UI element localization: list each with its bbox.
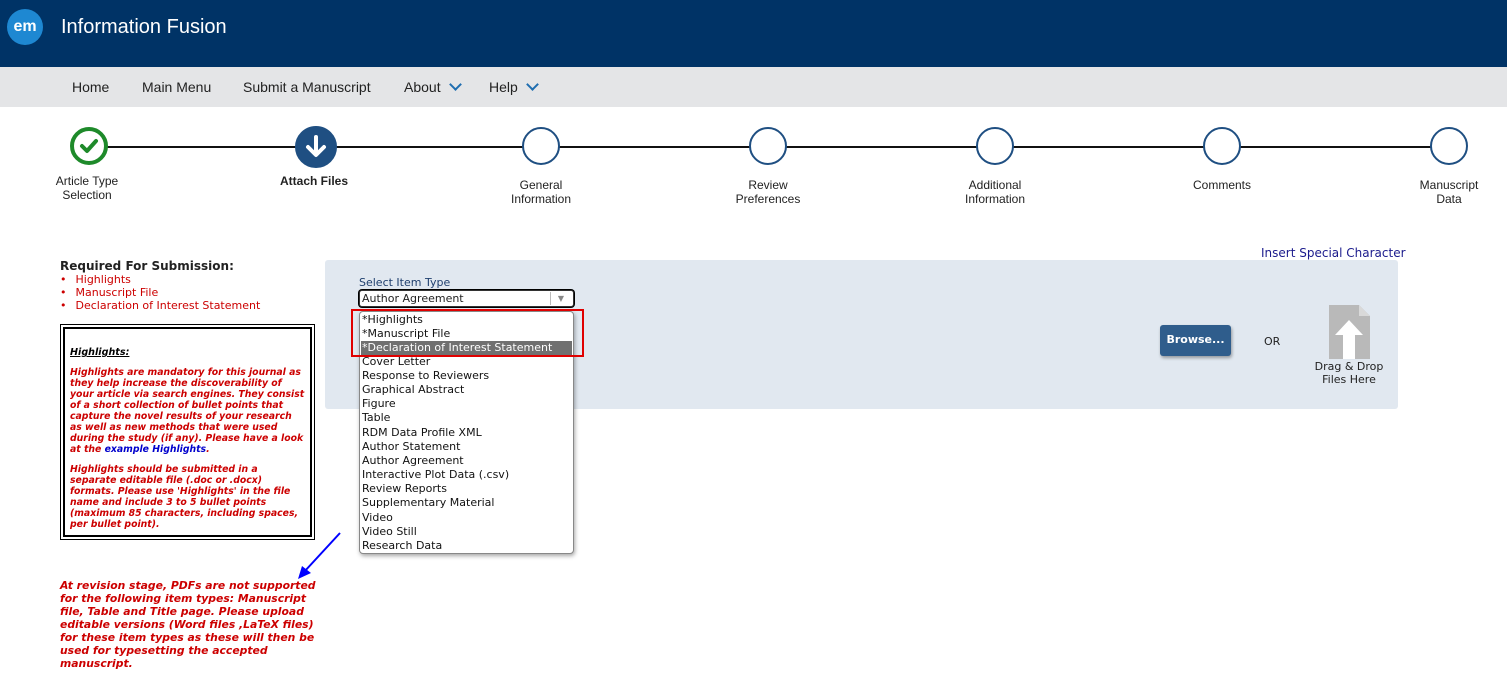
- annotation-arrow-icon: [298, 532, 341, 579]
- or-label: OR: [1264, 335, 1281, 348]
- step-label-general-info: General Information: [481, 178, 601, 206]
- step-label-line: Manuscript: [1419, 178, 1479, 192]
- dropdown-option[interactable]: Figure: [361, 397, 572, 411]
- top-header: em Information Fusion: [0, 0, 1507, 67]
- step-label-line: Preferences: [735, 192, 801, 206]
- step-comments-circle[interactable]: [1203, 127, 1241, 165]
- required-title: Required For Submission:: [60, 259, 234, 273]
- step-label-review-prefs: Review Preferences: [708, 178, 828, 206]
- browse-button[interactable]: Browse...: [1160, 325, 1231, 356]
- nav-submit-manuscript[interactable]: Submit a Manuscript: [243, 79, 371, 95]
- step-label-line: Data: [1436, 192, 1462, 206]
- insert-special-character-link[interactable]: Insert Special Character: [1261, 246, 1406, 260]
- item-type-select[interactable]: Author Agreement ▼: [359, 290, 574, 307]
- step-label-line: Comments: [1192, 178, 1251, 192]
- nav-home[interactable]: Home: [72, 79, 109, 95]
- revision-note: At revision stage, PDFs are not supporte…: [60, 579, 316, 670]
- step-label-manuscript-data: Manuscript Data: [1389, 178, 1507, 206]
- highlights-info-box: Highlights: Highlights are mandatory for…: [60, 324, 315, 540]
- dropdown-option[interactable]: Table: [361, 411, 572, 425]
- step-label-line: General: [519, 178, 563, 192]
- dropdown-option[interactable]: Interactive Plot Data (.csv): [361, 468, 572, 482]
- required-list: Highlights Manuscript File Declaration o…: [60, 273, 261, 312]
- dropdown-option[interactable]: Research Data: [361, 539, 572, 553]
- highlights-para-1: Highlights are mandatory for this journa…: [70, 367, 306, 455]
- step-article-type-circle[interactable]: [70, 127, 108, 165]
- highlights-info-inner: Highlights: Highlights are mandatory for…: [63, 327, 312, 537]
- select-item-type-label: Select Item Type: [359, 276, 451, 289]
- step-label-line: Attach Files: [279, 174, 348, 188]
- editorial-manager-logo[interactable]: em: [7, 9, 43, 45]
- step-label-line: Additional: [968, 178, 1022, 192]
- chevron-down-icon: [525, 78, 539, 91]
- dropdown-option[interactable]: RDM Data Profile XML: [361, 426, 572, 440]
- required-item: Highlights: [60, 273, 260, 286]
- required-item: Manuscript File: [60, 286, 260, 299]
- chevron-down-icon: [448, 78, 462, 91]
- step-general-info-circle[interactable]: [522, 127, 560, 165]
- dropdown-option[interactable]: Cover Letter: [361, 355, 572, 369]
- step-label-line: Review: [748, 178, 788, 192]
- example-highlights-link[interactable]: example Highlights: [105, 444, 207, 455]
- step-label-additional-info: Additional Information: [935, 178, 1055, 206]
- step-additional-info-circle[interactable]: [976, 127, 1014, 165]
- nav-main-menu[interactable]: Main Menu: [142, 79, 211, 95]
- step-attach-files-circle[interactable]: [295, 126, 337, 168]
- step-label-line: Selection: [62, 188, 112, 202]
- highlights-para-2: Highlights should be submitted in a sepa…: [70, 464, 299, 530]
- dropdown-option[interactable]: Author Statement: [361, 440, 572, 454]
- item-type-select-value: Author Agreement: [362, 292, 464, 305]
- highlights-para-1-end: .: [206, 444, 210, 455]
- dropdown-option[interactable]: Supplementary Material: [361, 496, 572, 510]
- app-title: Information Fusion: [61, 16, 227, 38]
- checkmark-icon: [80, 139, 98, 153]
- step-label-article-type: Article Type Selection: [27, 174, 147, 202]
- dropdown-option[interactable]: Video: [361, 511, 572, 525]
- step-label-line: Information: [964, 192, 1026, 206]
- highlights-heading: Highlights:: [70, 347, 130, 358]
- highlights-para-1-text: Highlights are mandatory for this journa…: [70, 367, 305, 455]
- dropdown-option[interactable]: Video Still: [361, 525, 572, 539]
- step-label-comments: Comments: [1162, 178, 1282, 192]
- nav-help[interactable]: Help: [489, 78, 539, 95]
- nav-about[interactable]: About: [404, 78, 462, 95]
- required-item: Declaration of Interest Statement: [60, 299, 261, 312]
- step-label-line: Article Type: [55, 174, 119, 188]
- nav-about-label: About: [404, 79, 441, 95]
- drag-drop-file-icon[interactable]: [1329, 305, 1370, 359]
- annotation-highlight-frame: [351, 309, 584, 357]
- nav-help-label: Help: [489, 79, 518, 95]
- step-label-attach-files: Attach Files: [254, 174, 374, 188]
- dropdown-arrow-icon[interactable]: ▼: [550, 292, 571, 305]
- dropdown-option[interactable]: Response to Reviewers: [361, 369, 572, 383]
- step-review-prefs-circle[interactable]: [749, 127, 787, 165]
- drag-drop-label: Drag & Drop Files Here: [1304, 360, 1394, 386]
- drag-drop-label-line: Files Here: [1322, 373, 1376, 386]
- main-nav: Home Main Menu Submit a Manuscript About…: [0, 67, 1507, 107]
- dropdown-option[interactable]: Author Agreement: [361, 454, 572, 468]
- step-label-line: Information: [510, 192, 572, 206]
- dropdown-option[interactable]: Graphical Abstract: [361, 383, 572, 397]
- step-manuscript-data-circle[interactable]: [1430, 127, 1468, 165]
- drag-drop-label-line: Drag & Drop: [1314, 360, 1384, 373]
- arrow-down-icon: [306, 135, 326, 157]
- dropdown-option[interactable]: Review Reports: [361, 482, 572, 496]
